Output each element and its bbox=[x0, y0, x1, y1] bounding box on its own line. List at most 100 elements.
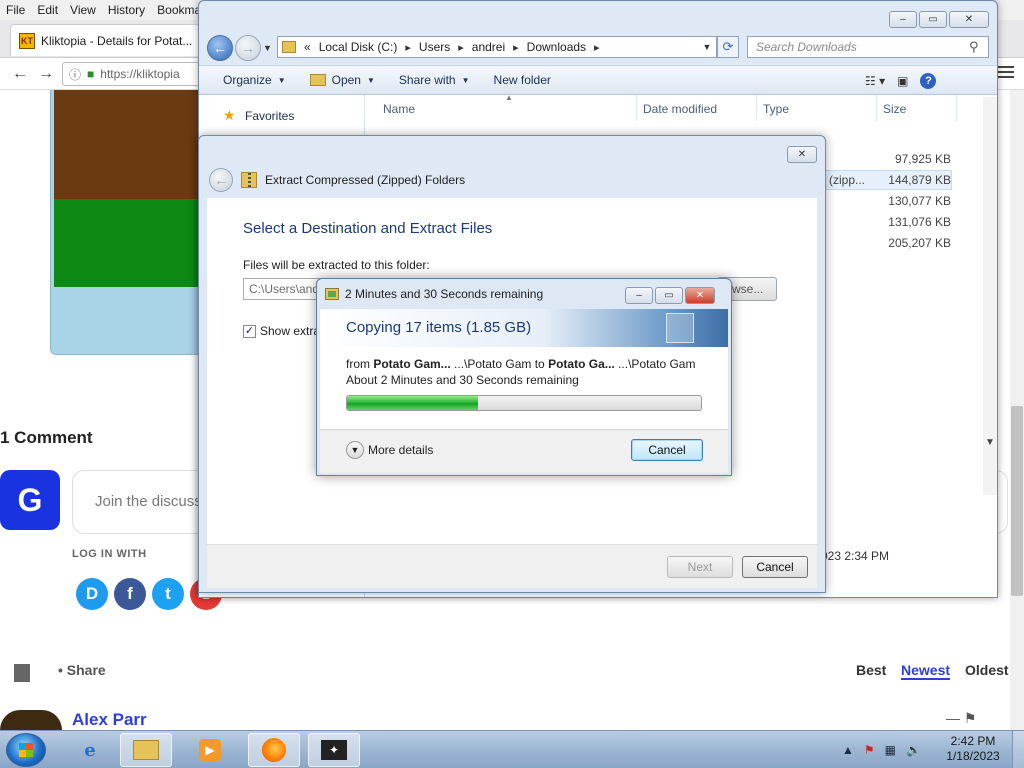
url-bar[interactable]: ⓘ ■ https://kliktopia bbox=[62, 62, 212, 86]
extract-cancel-button[interactable]: Cancel bbox=[742, 556, 808, 578]
volume-muted-icon[interactable]: 🔈 bbox=[906, 743, 921, 757]
network-icon[interactable]: ▦ bbox=[885, 743, 896, 757]
game-image-dirt bbox=[54, 90, 208, 199]
internet-explorer-icon[interactable]: e bbox=[64, 733, 116, 767]
refresh-icon[interactable]: ⟳ bbox=[717, 36, 739, 58]
twitter-login-icon[interactable]: t bbox=[152, 578, 184, 610]
action-center-icon[interactable]: ⚑ bbox=[864, 743, 875, 757]
show-hidden-icons-icon[interactable]: ▲ bbox=[842, 743, 854, 757]
next-button[interactable]: Next bbox=[667, 556, 733, 578]
back-arrow-icon[interactable]: ← bbox=[209, 168, 233, 192]
extract-footer: Next Cancel bbox=[207, 544, 817, 588]
recent-pages-icon[interactable]: ▼ bbox=[263, 43, 272, 53]
disqus-login-icon[interactable]: D bbox=[76, 578, 108, 610]
destination-name[interactable]: Potato Ga... bbox=[548, 357, 615, 371]
show-extracted-checkbox[interactable]: ✓ Show extra bbox=[243, 324, 320, 338]
minimize-icon[interactable]: – bbox=[889, 11, 917, 28]
search-icon[interactable]: ⚲ bbox=[969, 39, 979, 55]
source-name[interactable]: Potato Gam... bbox=[373, 357, 450, 371]
commenter-name[interactable]: Alex Parr bbox=[72, 710, 147, 730]
breadcrumb-arrow-icon[interactable]: ▸ bbox=[458, 41, 464, 54]
share-sort-row: • Share Best Newest Oldest bbox=[14, 662, 1010, 686]
copy-cancel-button[interactable]: Cancel bbox=[631, 439, 703, 461]
maximize-icon[interactable]: ▭ bbox=[655, 287, 683, 304]
breadcrumb-andrei[interactable]: andrei bbox=[472, 40, 505, 54]
maximize-icon[interactable]: ▭ bbox=[919, 11, 947, 28]
close-icon[interactable]: ✕ bbox=[685, 287, 715, 304]
sort-best[interactable]: Best bbox=[856, 662, 886, 678]
breadcrumb-arrow-icon[interactable]: ▸ bbox=[513, 41, 519, 54]
search-input[interactable]: Search Downloads bbox=[747, 36, 989, 58]
comment-actions[interactable]: — ⚑ bbox=[946, 710, 976, 727]
firefox-icon[interactable] bbox=[248, 733, 300, 767]
sort-oldest[interactable]: Oldest bbox=[965, 662, 1009, 678]
back-arrow-icon[interactable]: ← bbox=[207, 35, 233, 61]
checkmark-icon[interactable]: ✓ bbox=[243, 324, 256, 338]
breadcrumb-users[interactable]: Users bbox=[419, 40, 450, 54]
copy-progress-fill bbox=[347, 396, 478, 410]
forward-arrow-icon[interactable]: → bbox=[235, 35, 261, 61]
new-folder-button[interactable]: New folder bbox=[494, 73, 551, 87]
minimize-icon[interactable]: – bbox=[625, 287, 653, 304]
share-square-icon bbox=[14, 664, 30, 682]
show-desktop-button[interactable] bbox=[1012, 731, 1024, 768]
breadcrumb-arrow-icon[interactable]: ▸ bbox=[594, 41, 600, 54]
close-icon[interactable]: ✕ bbox=[949, 11, 989, 28]
address-bar[interactable]: « Local Disk (C:) ▸ Users ▸ andrei ▸ Downlo… bbox=[277, 36, 717, 58]
preview-pane-icon[interactable]: ▣ bbox=[897, 74, 908, 88]
breadcrumb-overflow[interactable]: « bbox=[304, 40, 311, 54]
copy-footer: ▼ More details Cancel bbox=[320, 429, 728, 473]
menu-view[interactable]: View bbox=[70, 3, 96, 17]
copy-details: from Potato Gam... ...\Potato Gam to Pot… bbox=[320, 347, 728, 429]
menu-file[interactable]: File bbox=[6, 3, 25, 17]
copy-titlebar: 2 Minutes and 30 Seconds remaining bbox=[325, 287, 543, 301]
copy-window-controls: – ▭ ✕ bbox=[625, 287, 715, 304]
page-scrollbar-thumb[interactable] bbox=[1011, 406, 1023, 596]
more-details-toggle[interactable]: ▼ More details bbox=[346, 441, 433, 459]
menu-history[interactable]: History bbox=[108, 3, 145, 17]
column-date-modified[interactable]: Date modified bbox=[637, 95, 757, 121]
start-button-icon[interactable] bbox=[6, 733, 46, 767]
column-type[interactable]: Type bbox=[757, 95, 877, 121]
windows-explorer-icon[interactable] bbox=[120, 733, 172, 767]
breadcrumb-arrow-icon[interactable]: ▸ bbox=[405, 41, 411, 54]
share-link[interactable]: • Share bbox=[58, 662, 106, 678]
chevron-down-icon: ▼ bbox=[366, 75, 375, 85]
extract-window-title: Extract Compressed (Zipped) Folders bbox=[265, 173, 466, 187]
address-dropdown-icon[interactable]: ▼ bbox=[697, 36, 717, 58]
destination-label: Files will be extracted to this folder: bbox=[243, 258, 430, 272]
back-icon[interactable]: ← bbox=[10, 64, 30, 84]
view-options-icon[interactable]: ☷ ▾ bbox=[865, 74, 885, 88]
facebook-login-icon[interactable]: f bbox=[114, 578, 146, 610]
organize-button[interactable]: Organize ▼ bbox=[223, 73, 286, 87]
column-size[interactable]: Size bbox=[877, 95, 957, 121]
info-icon[interactable]: ⓘ bbox=[69, 66, 81, 83]
menu-edit[interactable]: Edit bbox=[37, 3, 58, 17]
explorer-scrollbar[interactable]: ▼ bbox=[983, 97, 997, 495]
help-icon[interactable]: ? bbox=[920, 73, 937, 89]
share-with-button[interactable]: Share with ▼ bbox=[399, 73, 470, 87]
breadcrumb-downloads[interactable]: Downloads bbox=[527, 40, 586, 54]
open-button[interactable]: Open ▼ bbox=[309, 73, 375, 87]
copy-heading: Copying 17 items (1.85 GB) bbox=[346, 319, 532, 336]
breadcrumb-local-disk[interactable]: Local Disk (C:) bbox=[319, 40, 398, 54]
zip-folder-icon bbox=[241, 172, 257, 188]
file-size: 131,076 KB bbox=[888, 215, 951, 229]
game-app-icon[interactable]: ✦ bbox=[308, 733, 360, 767]
favorites-star-icon: ★ bbox=[223, 107, 236, 123]
taskbar-clock[interactable]: 2:42 PM 1/18/2023 bbox=[940, 734, 1006, 764]
sort-newest[interactable]: Newest bbox=[901, 662, 951, 680]
clock-time: 2:42 PM bbox=[950, 734, 996, 748]
chevron-down-icon: ▼ bbox=[277, 75, 286, 85]
copy-window-title: 2 Minutes and 30 Seconds remaining bbox=[345, 287, 544, 301]
favorites-item[interactable]: Favorites bbox=[245, 109, 294, 123]
media-player-icon[interactable]: ▶ bbox=[184, 733, 236, 767]
forward-icon[interactable]: → bbox=[36, 64, 56, 84]
menu-bookmarks[interactable]: Bookma bbox=[157, 3, 201, 17]
close-icon[interactable]: ✕ bbox=[787, 146, 817, 163]
chevron-down-icon: ▼ bbox=[461, 75, 470, 85]
chevron-down-icon[interactable]: ▼ bbox=[346, 441, 364, 459]
file-size: 205,207 KB bbox=[888, 236, 951, 250]
browser-tab[interactable]: KT Kliktopia - Details for Potat... bbox=[10, 24, 200, 56]
comments-title: 1 Comment bbox=[0, 428, 93, 447]
